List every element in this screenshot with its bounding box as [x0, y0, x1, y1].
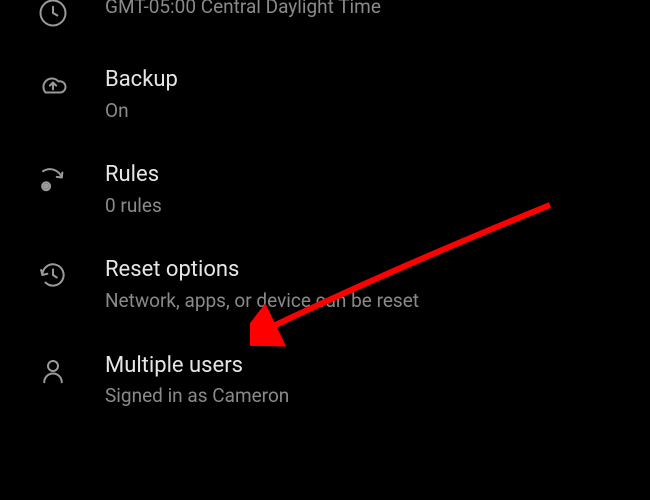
multiuser-title: Multiple users [105, 352, 289, 381]
rules-icon [0, 159, 105, 195]
backup-title: Backup [105, 66, 178, 95]
backup-subtitle: On [105, 98, 178, 124]
settings-item-backup[interactable]: Backup On [0, 46, 650, 141]
user-icon [0, 350, 105, 386]
datetime-subtitle: GMT-05:00 Central Daylight Time [105, 0, 381, 20]
settings-item-datetime[interactable]: GMT-05:00 Central Daylight Time [0, 0, 650, 46]
reset-subtitle: Network, apps, or device can be reset [105, 288, 419, 314]
rules-subtitle: 0 rules [105, 193, 162, 219]
settings-item-multiuser[interactable]: Multiple users Signed in as Cameron [0, 332, 650, 427]
settings-item-rules[interactable]: Rules 0 rules [0, 141, 650, 236]
settings-list: GMT-05:00 Central Daylight Time Backup O… [0, 0, 650, 427]
reset-title: Reset options [105, 256, 419, 285]
multiuser-subtitle: Signed in as Cameron [105, 383, 289, 409]
settings-item-reset[interactable]: Reset options Network, apps, or device c… [0, 236, 650, 331]
history-icon [0, 254, 105, 290]
rules-title: Rules [105, 161, 162, 190]
cloud-upload-icon [0, 64, 105, 100]
clock-icon [0, 0, 105, 28]
